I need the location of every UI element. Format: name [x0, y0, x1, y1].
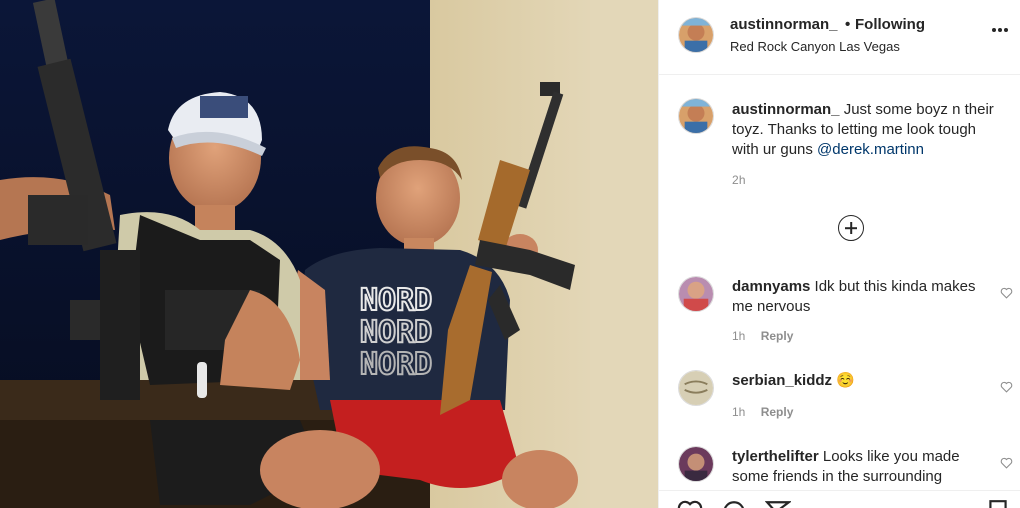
comment-text-block: serbian_kiddz ☺️ — [732, 371, 982, 391]
following-button[interactable]: Following — [855, 16, 925, 33]
caption-mention[interactable]: @derek.martinn — [817, 141, 924, 158]
commenter-avatar[interactable] — [678, 446, 714, 482]
bookmark-icon[interactable] — [985, 499, 1011, 508]
paper-plane-icon[interactable] — [765, 499, 791, 508]
comment-username[interactable]: serbian_kiddz — [732, 372, 832, 389]
shirt-print: NORD — [360, 283, 432, 318]
post-details-panel: austinnorman_ • Following Red Rock Canyo… — [658, 0, 1020, 508]
comment-icon[interactable] — [721, 499, 747, 508]
caption-timestamp[interactable]: 2h — [732, 173, 746, 187]
commenter-avatar[interactable] — [678, 276, 714, 312]
reply-button[interactable]: Reply — [761, 405, 794, 419]
post-image: NORD NORD NORD — [0, 0, 658, 508]
comment-text-block: tylerthelifter Looks like you made some … — [732, 447, 982, 487]
action-bar — [659, 490, 1020, 508]
header-separator: • — [845, 16, 851, 33]
commenter-avatar[interactable] — [678, 370, 714, 406]
comment-username[interactable]: tylerthelifter — [732, 448, 819, 465]
comment-timestamp[interactable]: 1h — [732, 405, 745, 419]
comment-text: ☺️ — [836, 372, 855, 389]
author-username[interactable]: austinnorman_ — [730, 16, 838, 33]
author-avatar[interactable] — [678, 17, 714, 53]
plus-circle-icon[interactable] — [838, 215, 864, 241]
shirt-print-2: NORD — [360, 315, 432, 350]
comment-timestamp[interactable]: 1h — [732, 329, 745, 343]
shirt-print-3: NORD — [360, 347, 432, 382]
post-caption: austinnorman_ Just some boyz n their toy… — [732, 100, 1004, 160]
post-photo[interactable]: NORD NORD NORD — [0, 0, 658, 508]
reply-button[interactable]: Reply — [761, 329, 794, 343]
heart-icon[interactable] — [1000, 457, 1013, 469]
caption-username[interactable]: austinnorman_ — [732, 101, 840, 118]
post-location[interactable]: Red Rock Canyon Las Vegas — [730, 39, 900, 54]
comment-meta: 1h Reply — [732, 405, 793, 419]
heart-icon[interactable] — [1000, 381, 1013, 393]
comment-text-block: damnyams Idk but this kinda makes me ner… — [732, 277, 982, 317]
comment-username[interactable]: damnyams — [732, 278, 810, 295]
caption-avatar[interactable] — [678, 98, 714, 134]
post-header: austinnorman_ • Following Red Rock Canyo… — [659, 0, 1020, 75]
heart-icon[interactable] — [1000, 287, 1013, 299]
heart-icon[interactable] — [677, 499, 703, 508]
comment-meta: 1h Reply — [732, 329, 793, 343]
more-options-icon[interactable] — [991, 27, 1009, 33]
